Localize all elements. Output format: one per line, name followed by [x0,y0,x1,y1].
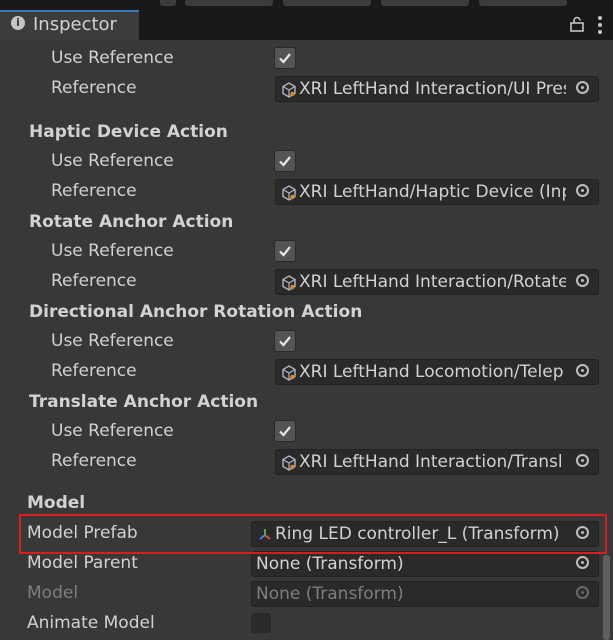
input-action-asset-icon [282,275,296,291]
use-reference-row: Use Reference [0,148,613,178]
section-header: Haptic Device Action [0,119,613,149]
use-reference-checkbox[interactable] [274,47,296,69]
field-label: Reference [51,78,137,98]
object-picker-icon[interactable] [570,270,598,294]
model-parent-row: Model Parent None (Transform) [0,550,613,580]
reference-object-field[interactable]: XRI LeftHand Interaction/UI Press [275,76,599,102]
use-reference-row: Use Reference [0,328,613,358]
tab-stub [479,0,567,6]
field-label: Model Prefab [27,523,138,543]
section-header: Rotate Anchor Action [0,209,613,239]
transform-icon [259,529,271,540]
input-action-asset-icon [282,455,296,471]
field-label: Model Parent [27,553,138,573]
field-label: Use Reference [51,48,174,68]
checkmark-icon [279,156,291,167]
object-picker-icon[interactable] [570,450,598,474]
animate-model-checkbox[interactable] [251,613,271,633]
checkmark-icon [279,246,291,257]
tab-inspector[interactable]: i Inspector [0,10,139,40]
input-action-asset-icon [282,365,296,381]
field-label: Animate Model [27,613,155,633]
use-reference-row: Use Reference [0,238,613,268]
field-label: Reference [51,181,137,201]
more-options-icon[interactable] [596,14,604,36]
model-parent-object-field[interactable]: None (Transform) [251,551,599,577]
section-header: Translate Anchor Action [0,389,613,419]
reference-row: Reference XRI LeftHand Locomotion/Telep [0,358,613,388]
field-value: None (Transform) [256,554,404,574]
scrollbar-thumb[interactable] [603,555,610,640]
object-picker-icon[interactable] [570,360,598,384]
field-value: XRI LeftHand Interaction/UI Press [299,79,566,99]
section-title: Haptic Device Action [29,122,228,142]
field-value: None (Transform) [256,584,404,604]
use-reference-checkbox[interactable] [274,330,296,352]
field-value: XRI LeftHand Locomotion/Telep [299,362,564,382]
field-label: Use Reference [51,241,174,261]
use-reference-row: Use Reference [0,45,613,75]
model-prefab-row: Model Prefab Ring LED controller_L (Tran… [0,520,613,550]
field-label: Reference [51,271,137,291]
reference-object-field[interactable]: XRI LeftHand Locomotion/Telep [275,359,599,385]
tab-stub [283,0,371,6]
use-reference-row: Use Reference [0,418,613,448]
reference-row: Reference XRI LeftHand Interaction/Rotat… [0,268,613,298]
section-title: Directional Anchor Rotation Action [29,302,363,322]
object-picker-icon[interactable] [570,522,598,546]
section-header: Model [0,490,613,520]
input-action-asset-icon [282,82,296,98]
input-action-asset-icon [282,185,296,201]
field-label: Use Reference [51,151,174,171]
field-label: Reference [51,361,137,381]
window-tab-bar: i Inspector [0,0,613,40]
field-value: Ring LED controller_L (Transform) [275,524,560,544]
use-reference-checkbox[interactable] [274,150,296,172]
model-prefab-object-field[interactable]: Ring LED controller_L (Transform) [251,521,599,547]
reference-row: Reference XRI LeftHand/Haptic Device (In… [0,178,613,208]
field-value: XRI LeftHand Interaction/Rotate [299,272,566,292]
tab-stub [381,0,469,6]
reference-row: Reference XRI LeftHand Interaction/Trans… [0,448,613,478]
field-label: Use Reference [51,421,174,441]
reference-object-field[interactable]: XRI LeftHand Interaction/Rotate [275,269,599,295]
use-reference-checkbox[interactable] [274,240,296,262]
reference-row: Reference XRI LeftHand Interaction/UI Pr… [0,75,613,105]
object-picker-icon[interactable] [570,77,598,101]
field-label: Use Reference [51,331,174,351]
reference-object-field[interactable]: XRI LeftHand Interaction/Transl [275,449,599,475]
lock-icon[interactable] [570,16,584,32]
use-reference-checkbox[interactable] [274,420,296,442]
checkmark-icon [279,426,291,437]
field-label: Reference [51,451,137,471]
info-icon: i [11,16,25,30]
tab-stub [160,0,176,6]
object-picker-icon [570,582,598,606]
section-title: Model [27,493,86,513]
tab-title: Inspector [33,14,117,35]
section-header: Directional Anchor Rotation Action [0,299,613,329]
animate-model-row: Animate Model [0,610,613,640]
object-picker-icon[interactable] [570,552,598,576]
checkmark-icon [279,336,291,347]
checkmark-icon [279,53,291,64]
tab-stub [185,0,273,6]
field-value: XRI LeftHand Interaction/Transl [299,452,563,472]
section-title: Rotate Anchor Action [29,212,234,232]
object-picker-icon[interactable] [570,180,598,204]
reference-object-field[interactable]: XRI LeftHand/Haptic Device (Input [275,179,599,205]
section-title: Translate Anchor Action [29,392,259,412]
field-value: XRI LeftHand/Haptic Device (Input [299,182,566,202]
field-label: Model [27,583,79,603]
model-row: Model None (Transform) [0,580,613,610]
model-object-field: None (Transform) [251,581,599,607]
